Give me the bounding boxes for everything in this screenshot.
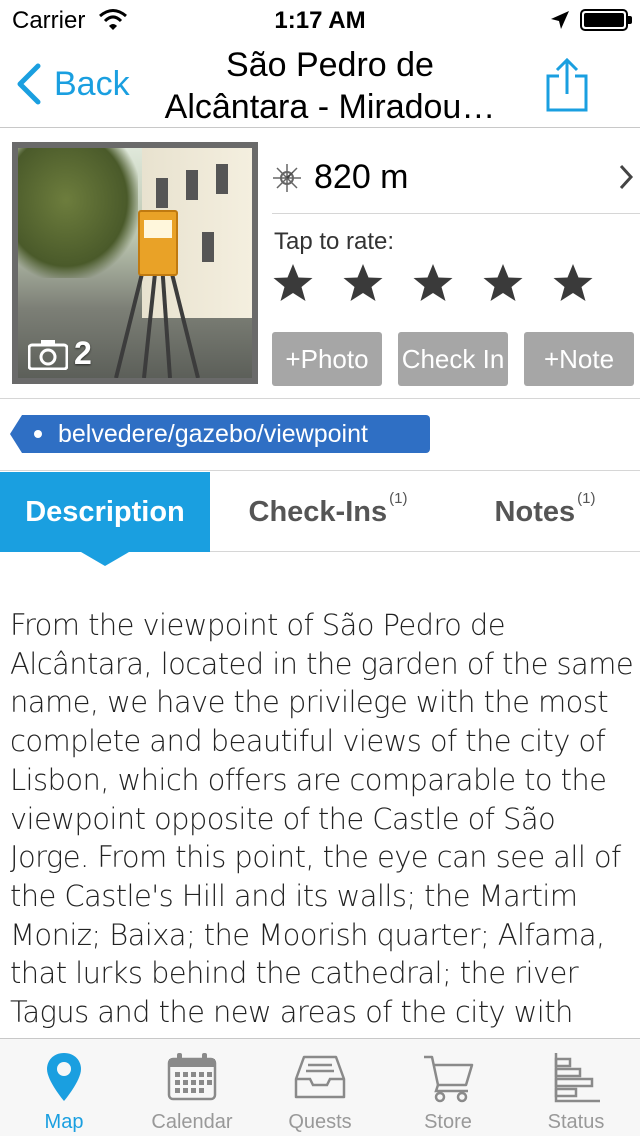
location-arrow-icon (551, 11, 569, 29)
rate-label: Tap to rate: (274, 228, 395, 255)
place-photo[interactable]: 2 (12, 142, 258, 384)
cart-icon (424, 1055, 474, 1103)
action-buttons: +Photo Check In +Note (272, 332, 634, 386)
tab-description[interactable]: Description (0, 472, 210, 566)
navigation-bar: Back São Pedro de Alcântara - Miradou… (0, 40, 640, 128)
star-icon[interactable] (412, 262, 454, 304)
category-tag[interactable]: belvedere/gazebo/viewpoint (10, 415, 430, 453)
clock: 1:17 AM (274, 7, 366, 34)
tab-bar-label-map: Map (44, 1111, 84, 1133)
distance-row[interactable]: 820 m (272, 142, 640, 214)
tab-bar-label-calendar: Calendar (151, 1111, 233, 1133)
tab-bar-item-status[interactable]: Status (512, 1039, 640, 1136)
tab-check-ins-count: (1) (389, 489, 408, 507)
page-title-line1: São Pedro de (226, 46, 434, 84)
category-tag-label: belvedere/gazebo/viewpoint (58, 419, 368, 448)
rating-stars (272, 262, 622, 304)
bar-chart-icon (554, 1053, 600, 1103)
map-pin-icon (47, 1053, 81, 1101)
description-text: From the viewpoint of São Pedro de Alcân… (10, 608, 634, 1036)
distance-value: 820 m (314, 158, 409, 196)
tab-check-ins-label: Check-Ins (248, 495, 388, 528)
status-bar: Carrier 1:17 AM (0, 0, 640, 40)
tab-bar-label-status: Status (547, 1111, 605, 1133)
back-label: Back (54, 64, 130, 103)
camera-icon (28, 339, 68, 370)
tab-bar-item-store[interactable]: Store (384, 1039, 512, 1136)
star-icon[interactable] (342, 262, 384, 304)
photo-count-value: 2 (74, 335, 92, 371)
tab-bar-item-quests[interactable]: Quests (256, 1039, 384, 1136)
star-icon[interactable] (272, 262, 314, 304)
back-button[interactable]: Back (14, 62, 130, 106)
chevron-left-icon (17, 63, 41, 105)
compass-icon (273, 163, 301, 192)
star-icon[interactable] (482, 262, 524, 304)
photo-count: 2 (28, 335, 92, 372)
tab-description-label: Description (25, 495, 185, 528)
calendar-icon (167, 1053, 217, 1101)
photo-image: 2 (18, 148, 252, 378)
tab-notes-label: Notes (494, 495, 576, 528)
page-title-line2: Alcântara - Miradou… (164, 88, 496, 126)
tab-bar-label-store: Store (424, 1111, 472, 1133)
divider (0, 398, 640, 399)
add-note-button[interactable]: +Note (524, 332, 634, 386)
divider (0, 470, 640, 471)
check-in-button[interactable]: Check In (398, 332, 508, 386)
tab-bar-item-calendar[interactable]: Calendar (128, 1039, 256, 1136)
tab-bar: Map Calendar Quests Store Status (0, 1038, 640, 1136)
star-icon[interactable] (552, 262, 594, 304)
chevron-right-icon (619, 164, 634, 190)
page-title: São Pedro de Alcântara - Miradou… (140, 44, 520, 128)
tab-bar-label-quests: Quests (288, 1111, 352, 1133)
tab-notes-count: (1) (577, 489, 596, 507)
add-photo-button[interactable]: +Photo (272, 332, 382, 386)
segment-tabs: Description Check-Ins (1) Notes (1) (0, 472, 640, 566)
battery-icon (580, 9, 632, 31)
tab-bar-item-map[interactable]: Map (0, 1039, 128, 1136)
tag-hole-icon (34, 430, 42, 438)
share-icon[interactable] (544, 58, 590, 112)
tab-notes[interactable]: Notes (1) (470, 472, 620, 552)
tab-check-ins[interactable]: Check-Ins (1) (228, 472, 428, 552)
inbox-tray-icon (294, 1055, 346, 1099)
